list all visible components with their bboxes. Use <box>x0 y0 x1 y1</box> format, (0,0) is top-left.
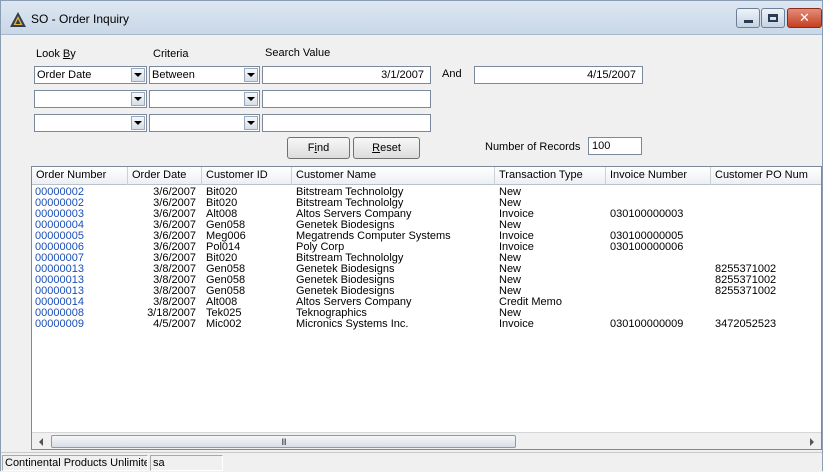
close-button[interactable]: ✕ <box>787 8 822 28</box>
transaction-type-cell: Invoice <box>499 318 534 330</box>
invoice-number-cell: 030100000006 <box>610 241 684 253</box>
chevron-down-icon[interactable] <box>244 68 258 82</box>
invoice-number-cell: 030100000009 <box>610 318 684 330</box>
scrollbar-thumb[interactable]: III <box>51 435 516 448</box>
table-row[interactable]: 00000007 3/6/2007 Bit020 Bitstream Technolo… <box>32 253 821 264</box>
and-label: And <box>442 68 462 80</box>
chevron-down-icon[interactable] <box>131 116 145 130</box>
customer-id-cell: Mic002 <box>206 318 242 330</box>
invoice-number-cell: 030100000003 <box>610 208 684 220</box>
window-title: SO - Order Inquiry <box>31 12 130 26</box>
find-button-suffix: nd <box>316 142 330 154</box>
column-header-customer-name[interactable]: Customer Name <box>292 167 495 185</box>
look-by-select-2[interactable] <box>34 90 147 108</box>
search-value-input-1-text: 3/1/2007 <box>381 69 424 81</box>
status-company: Continental Products Unlimite <box>2 455 148 471</box>
table-row[interactable]: 00000013 3/8/2007 Gen058 Genetek Biodesigns… <box>32 275 821 286</box>
look-by-label: Look By <box>36 48 76 60</box>
number-of-records-value: 100 <box>592 140 611 152</box>
chevron-down-icon[interactable] <box>131 68 145 82</box>
search-and-value-input[interactable]: 4/15/2007 <box>474 66 643 84</box>
criteria-select-2[interactable] <box>149 90 260 108</box>
criteria-label: Criteria <box>153 48 189 60</box>
look-by-label-suffix: y <box>70 48 76 60</box>
maximize-button[interactable] <box>761 8 785 28</box>
scroll-right-icon[interactable] <box>804 434 820 449</box>
customer-po-num-cell: 8255371002 <box>715 285 777 297</box>
table-row[interactable]: 00000013 3/8/2007 Gen058 Genetek Biodesigns… <box>32 264 821 275</box>
search-value-input-2[interactable] <box>262 90 431 108</box>
close-icon: ✕ <box>799 10 810 26</box>
table-row[interactable]: 00000008 3/18/2007 Tek025 Teknographics New <box>32 308 821 319</box>
column-header-order-date[interactable]: Order Date <box>128 167 202 185</box>
order-date-cell: 4/5/2007 <box>153 318 196 330</box>
inquiry-content: Look By Criteria Search Value Order Date… <box>1 36 822 472</box>
search-and-value-text: 4/15/2007 <box>587 69 636 81</box>
column-header-customer-id[interactable]: Customer ID <box>202 167 292 185</box>
column-header-customer-po-num[interactable]: Customer PO Num <box>711 167 821 185</box>
column-header-transaction-type[interactable]: Transaction Type <box>495 167 606 185</box>
criteria-select-1-value: Between <box>152 69 195 81</box>
look-by-select-1-value: Order Date <box>37 69 92 81</box>
look-by-select-3[interactable] <box>34 114 147 132</box>
find-button-prefix: F <box>307 142 315 154</box>
customer-po-num-cell: 3472052523 <box>715 318 777 330</box>
look-by-label-prefix: Look <box>36 48 63 60</box>
horizontal-scrollbar[interactable]: III <box>32 432 821 449</box>
order-inquiry-window: SO - Order Inquiry ✕ Look By Criteria Se… <box>0 0 823 472</box>
reset-button-suffix: eset <box>380 142 401 154</box>
reset-button-accelerator: R <box>372 142 381 154</box>
customer-name-cell: Micronics Systems Inc. <box>296 318 409 330</box>
reset-button[interactable]: Reset <box>353 137 420 159</box>
order-number-cell[interactable]: 00000009 <box>35 319 84 330</box>
table-row[interactable]: 00000002 3/6/2007 Bit020 Bitstream Technolo… <box>32 187 821 198</box>
find-button[interactable]: Fi nd <box>287 137 350 159</box>
column-header-order-number[interactable]: Order Number <box>32 167 128 185</box>
grid-header: Order Number Order Date Customer ID Cust… <box>32 167 821 185</box>
minimize-button[interactable] <box>736 8 760 28</box>
table-row[interactable]: 00000003 3/6/2007 Alt008 Altos Servers Comp… <box>32 209 821 220</box>
number-of-records-label: Number of Records <box>485 141 581 153</box>
table-row[interactable]: 00000002 3/6/2007 Bit020 Bitstream Technolo… <box>32 198 821 209</box>
maximize-icon <box>768 14 778 22</box>
criteria-select-3[interactable] <box>149 114 260 132</box>
chevron-down-icon[interactable] <box>131 92 145 106</box>
status-user: sa <box>150 455 223 471</box>
number-of-records-input[interactable]: 100 <box>588 137 642 155</box>
table-row[interactable]: 00000013 3/8/2007 Gen058 Genetek Biodesigns… <box>32 286 821 297</box>
title-bar[interactable]: SO - Order Inquiry ✕ <box>1 1 822 35</box>
search-value-input-1[interactable]: 3/1/2007 <box>262 66 431 84</box>
search-value-label: Search Value <box>265 47 331 59</box>
look-by-select-1[interactable]: Order Date <box>34 66 147 84</box>
status-bar: Continental Products Unlimite sa <box>1 452 822 472</box>
app-logo-icon <box>10 12 26 27</box>
criteria-select-1[interactable]: Between <box>149 66 260 84</box>
table-row[interactable]: 00000009 4/5/2007 Mic002 Micronics Systems … <box>32 319 821 330</box>
table-row[interactable]: 00000005 3/6/2007 Meg006 Megatrends Compute… <box>32 231 821 242</box>
chevron-down-icon[interactable] <box>244 116 258 130</box>
results-grid[interactable]: Order Number Order Date Customer ID Cust… <box>31 166 822 450</box>
minimize-icon <box>743 19 753 23</box>
table-row[interactable]: 00000006 3/6/2007 Pol014 Poly Corp Invoice 03… <box>32 242 821 253</box>
chevron-down-icon[interactable] <box>244 92 258 106</box>
scroll-left-icon[interactable] <box>33 434 49 449</box>
search-value-input-3[interactable] <box>262 114 431 132</box>
column-header-invoice-number[interactable]: Invoice Number <box>606 167 711 185</box>
